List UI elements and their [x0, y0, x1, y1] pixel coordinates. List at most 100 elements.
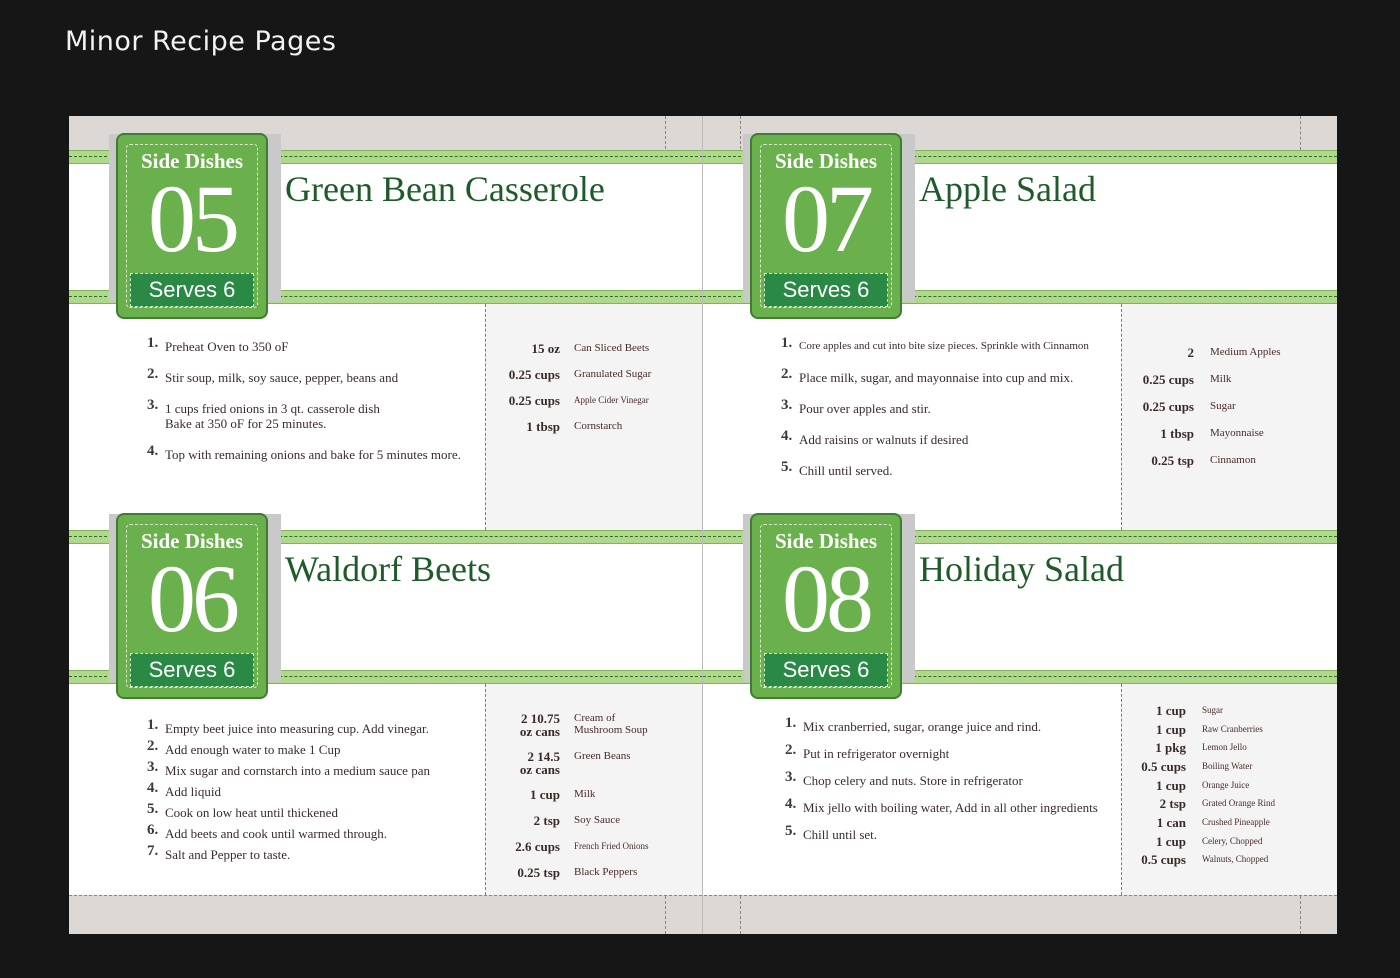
- badge-number: 06: [148, 545, 240, 652]
- step-number: 5.: [785, 823, 797, 839]
- step-number: 5.: [147, 801, 159, 817]
- recipe-number-badge: Side Dishes 05 Serves 6: [116, 133, 268, 319]
- ingredient-name: Mayonnaise: [1210, 427, 1264, 439]
- ingredient-name: Boiling Water: [1202, 761, 1253, 771]
- step-text: Stir soup, milk, soy sauce, pepper, bean…: [165, 370, 399, 385]
- step-text: 1 cups fried onions in 3 qt. casserole d…: [165, 401, 380, 431]
- step-text: Mix cranberried, sugar, orange juice and…: [803, 719, 1042, 734]
- ingredient-qty: 0.25 cups: [508, 367, 560, 382]
- ingredient-name: Cornstarch: [574, 420, 623, 432]
- recipe-card-green-bean-casserole: 15 oz Can Sliced Beets 0.25 cups Granulate…: [69, 133, 704, 530]
- ingredient-qty: 1 tbsp: [1160, 426, 1194, 441]
- step-number: 1.: [781, 335, 793, 351]
- step-item: 5. Chill until set.: [785, 823, 1098, 843]
- steps-list: 1. Preheat Oven to 350 oF 2. Stir soup, mi…: [147, 336, 461, 463]
- ingredient-name: Sugar: [1202, 705, 1223, 715]
- step-item: 1. Empty beet juice into measuring cup. A…: [147, 718, 430, 737]
- ingredient-name: Orange Juice: [1202, 780, 1250, 790]
- step-item: 2. Stir soup, milk, soy sauce, pepper, be…: [147, 367, 461, 386]
- ingredient-name: Cinnamon: [1210, 454, 1256, 466]
- step-item: 3. Chop celery and nuts. Store in refrige…: [785, 769, 1098, 789]
- ingredient-qty: 0.5 cups: [1141, 852, 1186, 867]
- bleed-mark-top-right: [1300, 116, 1301, 150]
- steps-list: 1. Core apples and cut into bite size pie…: [781, 335, 1089, 479]
- ingredient-qty: 2 14.5 oz cans: [519, 749, 560, 777]
- ingredient-qty: 0.25 tsp: [1151, 453, 1194, 468]
- badge-serves: Serves 6: [764, 273, 888, 307]
- step-text: Chop celery and nuts. Store in refrigera…: [803, 773, 1023, 788]
- ingredient-name: Milk: [1210, 373, 1232, 385]
- recipe-title: Apple Salad: [919, 169, 1096, 209]
- step-number: 2.: [785, 742, 797, 758]
- step-item: 2. Put in refrigerator overnight: [785, 742, 1098, 762]
- ingredient-qty: 0.25 tsp: [517, 865, 560, 880]
- ingredient-name: Soy Sauce: [574, 814, 621, 826]
- recipe-spread: 15 oz Can Sliced Beets 0.25 cups Granulate…: [69, 116, 1337, 934]
- step-number: 6.: [147, 822, 159, 838]
- step-text: Mix sugar and cornstarch into a medium s…: [165, 763, 430, 778]
- ingredient-name: Green Beans: [574, 750, 631, 762]
- ingredient-qty: 0.25 cups: [508, 393, 560, 408]
- ingredient-name: Medium Apples: [1210, 346, 1281, 358]
- step-text: Chill until set.: [803, 827, 878, 842]
- ingredient-name: Granulated Sugar: [574, 368, 652, 380]
- ingredient-name: Sugar: [1210, 400, 1236, 412]
- badge-number: 07: [782, 165, 874, 272]
- ingredient-qty: 2 tsp: [533, 813, 560, 828]
- ingredient-name: Lemon Jello: [1202, 742, 1247, 752]
- ingredient-qty: 0.25 cups: [1142, 372, 1194, 387]
- ingredient-qty: 1 cup: [1156, 722, 1186, 737]
- step-number: 2.: [781, 366, 793, 382]
- ingredient-qty: 0.25 cups: [1142, 399, 1194, 414]
- step-item: 1. Mix cranberried, sugar, orange juice a…: [785, 716, 1098, 735]
- steps-list: 1. Empty beet juice into measuring cup. A…: [147, 718, 430, 863]
- ingredient-name: Black Peppers: [574, 866, 638, 878]
- step-item: 3. 1 cups fried onions in 3 qt. casserole…: [147, 398, 461, 432]
- step-text: Preheat Oven to 350 oF: [165, 339, 289, 354]
- recipe-title: Green Bean Casserole: [285, 169, 605, 209]
- step-number: 4.: [785, 796, 797, 812]
- ingredient-qty: 1 cup: [1156, 778, 1186, 793]
- ingredient-qty: 15 oz: [531, 341, 560, 356]
- step-item: 5. Chill until served.: [781, 459, 1089, 479]
- step-text: Cook on low heat until thickened: [165, 805, 338, 820]
- step-text: Add beets and cook until warmed through.: [165, 826, 388, 841]
- recipe-number-badge: Side Dishes 06 Serves 6: [116, 513, 268, 699]
- step-item: 1. Preheat Oven to 350 oF: [147, 336, 461, 355]
- step-item: 7. Salt and Pepper to taste.: [147, 844, 430, 863]
- step-number: 4.: [781, 428, 793, 444]
- step-number: 3.: [781, 397, 793, 413]
- step-number: 4.: [147, 780, 159, 796]
- recipe-number-badge: Side Dishes 07 Serves 6: [750, 133, 902, 319]
- recipe-card-apple-salad: 2 Medium Apples 0.25 cups Milk 0.25 cups Su…: [703, 133, 1337, 530]
- step-item: 5. Cook on low heat until thickened: [147, 801, 430, 821]
- step-item: 3. Pour over apples and stir.: [781, 397, 1089, 417]
- step-item: 3. Mix sugar and cornstarch into a medium…: [147, 759, 430, 779]
- step-text: Place milk, sugar, and mayonnaise into c…: [799, 370, 1074, 385]
- badge-serves: Serves 6: [764, 653, 888, 687]
- step-number: 3.: [147, 759, 159, 775]
- ingredient-qty: 2 10.75 oz cans: [519, 711, 560, 739]
- step-item: 1. Core apples and cut into bite size pie…: [781, 335, 1089, 354]
- step-item: 6. Add beets and cook until warmed throug…: [147, 822, 430, 842]
- ingredient-name: Apple Cider Vinegar: [574, 395, 649, 405]
- step-text: Core apples and cut into bite size piece…: [799, 340, 1089, 352]
- step-item: 4. Add liquid: [147, 780, 430, 800]
- step-text: Top with remaining onions and bake for 5…: [165, 447, 461, 462]
- ingredients-panel: 15 oz Can Sliced Beets 0.25 cups Granulate…: [485, 304, 704, 530]
- ingredient-name: Cream of Mushroom Soup: [574, 712, 648, 736]
- badge-serves: Serves 6: [130, 273, 254, 307]
- recipe-number-badge: Side Dishes 08 Serves 6: [750, 513, 902, 699]
- step-item: 2. Place milk, sugar, and mayonnaise into…: [781, 366, 1089, 386]
- badge-number: 05: [148, 165, 240, 272]
- step-number: 2.: [147, 738, 159, 754]
- step-number: 3.: [785, 769, 797, 785]
- step-text: Add enough water to make 1 Cup: [165, 742, 341, 757]
- center-fold-line: [702, 116, 703, 934]
- step-item: 2. Add enough water to make 1 Cup: [147, 738, 430, 758]
- steps-list: 1. Mix cranberried, sugar, orange juice a…: [785, 716, 1098, 843]
- ingredients-panel: 2 10.75 oz cans Cream of Mushroom Soup 2 …: [485, 684, 704, 895]
- step-number: 5.: [781, 459, 793, 475]
- ingredient-name: Raw Cranberries: [1202, 724, 1263, 734]
- ingredient-qty: 1 cup: [1156, 703, 1186, 718]
